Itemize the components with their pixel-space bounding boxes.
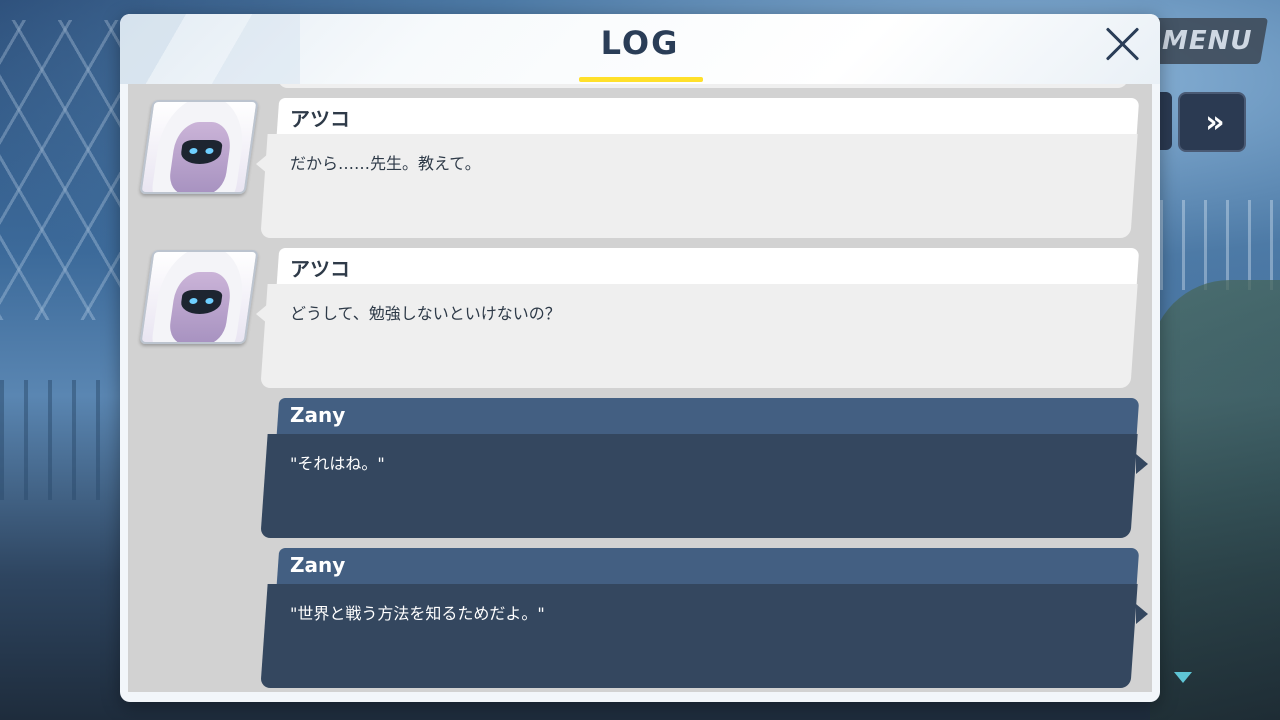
- scroll-down-indicator-icon: [1174, 672, 1192, 683]
- name-plate: [276, 548, 1140, 584]
- auto-button-edge[interactable]: [1160, 92, 1172, 150]
- speaker-name: Zany: [290, 403, 346, 427]
- log-entry: Zany "それはね。": [128, 388, 1152, 538]
- message-text: "世界と戦う方法を知るためだよ。": [290, 604, 545, 623]
- log-title: LOG: [600, 24, 680, 62]
- log-entry: アツコ だから……先生。教えて。: [128, 88, 1152, 238]
- fast-forward-button[interactable]: »: [1178, 92, 1246, 152]
- name-plate: [276, 398, 1140, 434]
- message-text: だから……先生。教えて。: [290, 154, 481, 173]
- menu-label: MENU: [1161, 26, 1253, 56]
- title-underline: [579, 77, 703, 82]
- message-text: "それはね。": [290, 454, 385, 473]
- name-plate: [276, 98, 1140, 134]
- speaker-name: Zany: [290, 553, 346, 577]
- message-bubble: [260, 434, 1138, 538]
- avatar: [139, 250, 259, 344]
- log-entry: Zany "世界と戦う方法を知るためだよ。": [128, 538, 1152, 688]
- name-plate: [276, 248, 1140, 284]
- background-chairs: [0, 380, 130, 500]
- bubble-tail: [1136, 604, 1148, 624]
- menu-button[interactable]: MENU: [1145, 18, 1269, 64]
- background-truss: [0, 20, 130, 320]
- log-entry: アツコ どうして、勉強しないといけないの？: [128, 238, 1152, 388]
- background-character: [1150, 280, 1280, 720]
- close-icon[interactable]: [1102, 24, 1142, 64]
- speaker-name: アツコ: [290, 107, 350, 131]
- log-header: LOG: [120, 14, 1160, 84]
- fast-forward-icon: »: [1205, 104, 1225, 140]
- log-list[interactable]: アツコ だから……先生。教えて。 アツコ どうして、勉強しないといけないの？ Z…: [128, 84, 1152, 692]
- avatar: [139, 100, 259, 194]
- log-panel: LOG アツコ だから……先生。教えて。 アツコ どうして、勉強しないといけない…: [120, 14, 1160, 702]
- message-text: どうして、勉強しないといけないの？: [290, 304, 561, 323]
- bubble-tail: [1136, 454, 1148, 474]
- speaker-name: アツコ: [290, 257, 350, 281]
- background-railing: [1160, 200, 1280, 290]
